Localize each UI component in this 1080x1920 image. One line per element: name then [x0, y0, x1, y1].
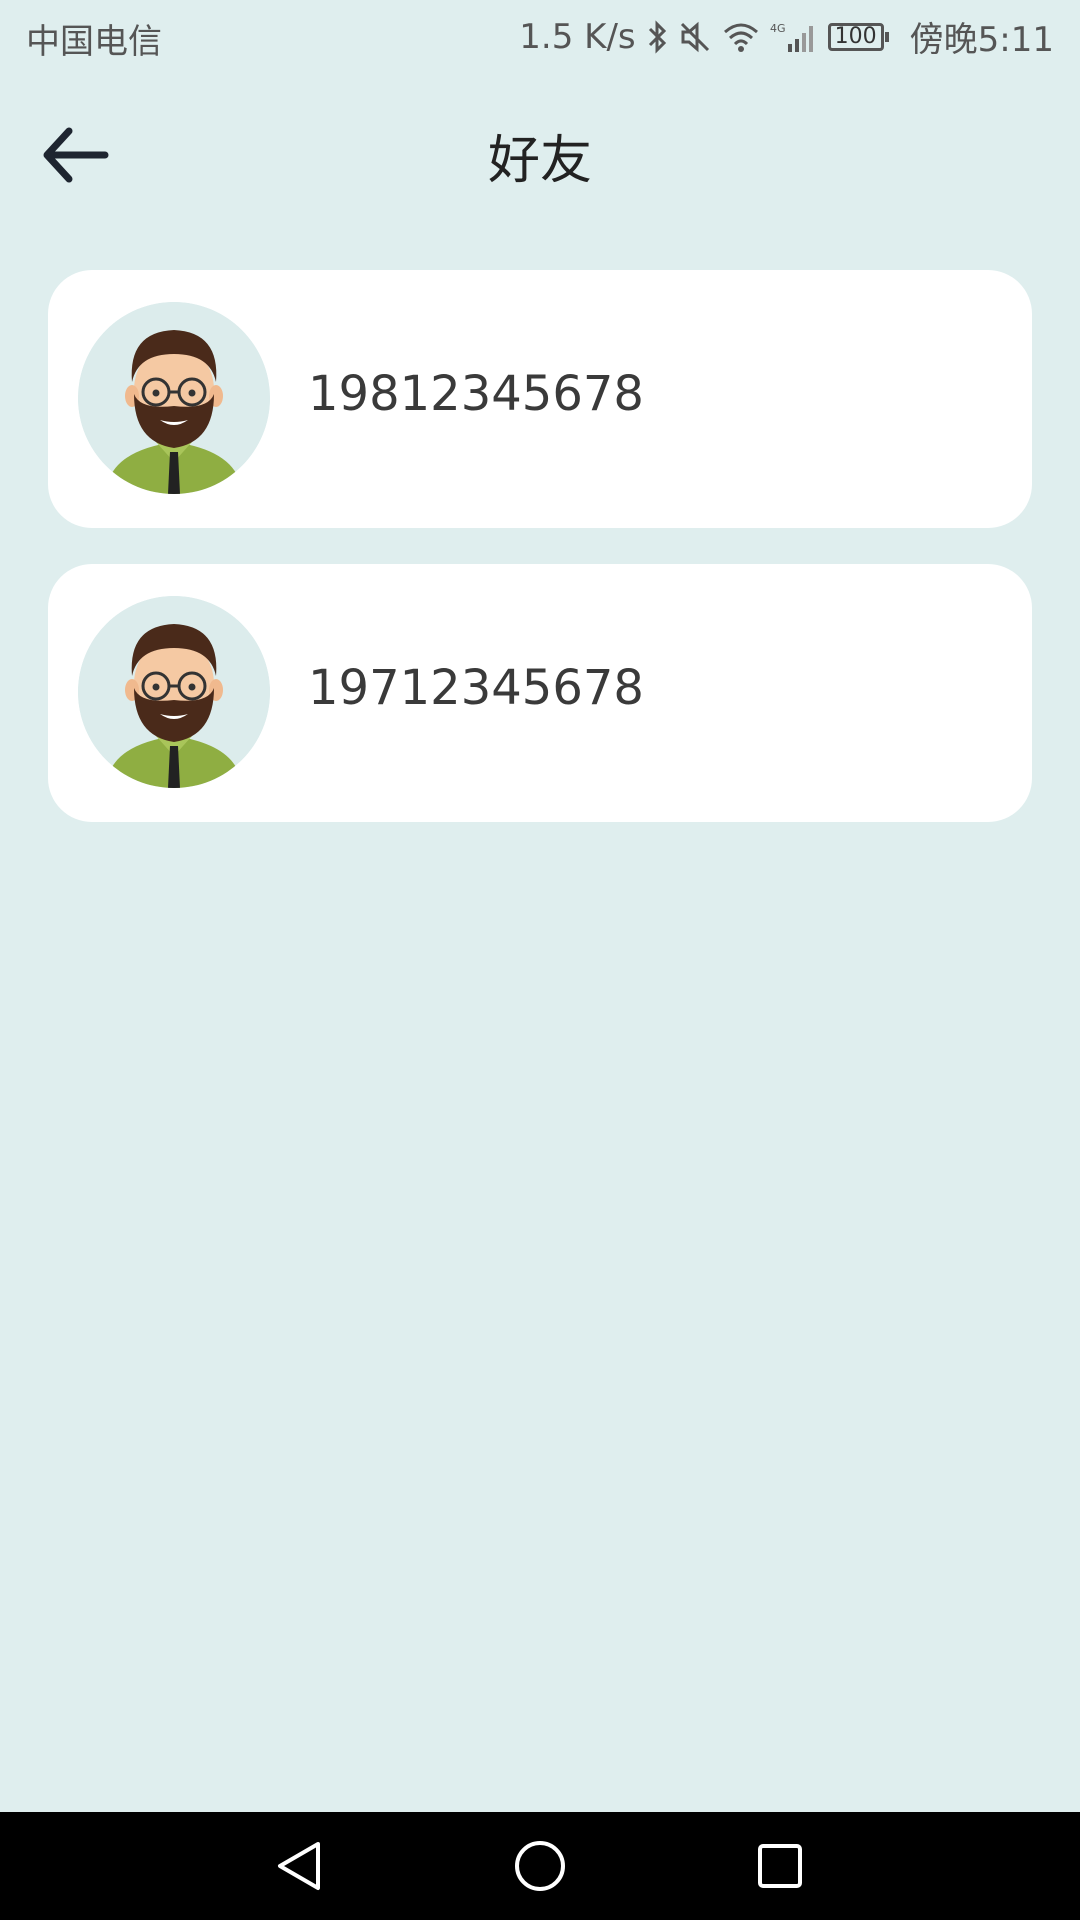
mute-icon — [678, 20, 712, 54]
navigation-bar — [0, 1812, 1080, 1920]
bearded-man-avatar-icon — [78, 596, 270, 788]
carrier-label: 中国电信 — [26, 22, 162, 62]
square-recent-icon — [758, 1844, 802, 1888]
battery-level: 100 — [834, 23, 877, 49]
status-icons: 1.5 K/s 4G 100 傍晚5:11 — [519, 12, 1054, 61]
nav-back-button[interactable] — [264, 1830, 336, 1902]
clock: 傍晚5:11 — [909, 20, 1054, 60]
avatar — [78, 302, 270, 494]
cellular-signal-icon: 4G — [770, 20, 818, 54]
nav-home-button[interactable] — [504, 1830, 576, 1902]
bluetooth-icon — [646, 19, 668, 54]
avatar — [78, 596, 270, 788]
wifi-icon — [722, 20, 760, 54]
status-bar: 中国电信 1.5 K/s 4G 100 傍晚5:11 — [0, 0, 1080, 76]
page-title: 好友 — [487, 131, 592, 191]
network-type: 4G — [770, 22, 786, 35]
friend-item[interactable]: 19812345678 — [48, 270, 1032, 528]
friend-phone: 19712345678 — [308, 660, 644, 716]
battery-icon: 100 — [827, 22, 889, 51]
friend-list: 19812345678 19712345678 — [48, 270, 1032, 858]
circle-home-icon — [515, 1841, 565, 1891]
friend-item[interactable]: 19712345678 — [48, 564, 1032, 822]
bearded-man-avatar-icon — [78, 302, 270, 494]
header: 好友 — [0, 90, 1080, 210]
friends-screen: 中国电信 1.5 K/s 4G 100 傍晚5:11 好友 1981234567… — [0, 0, 1080, 1920]
network-speed: 1.5 K/s — [519, 16, 636, 57]
nav-recent-button[interactable] — [744, 1830, 816, 1902]
friend-phone: 19812345678 — [308, 366, 644, 422]
triangle-back-icon — [278, 1842, 320, 1890]
